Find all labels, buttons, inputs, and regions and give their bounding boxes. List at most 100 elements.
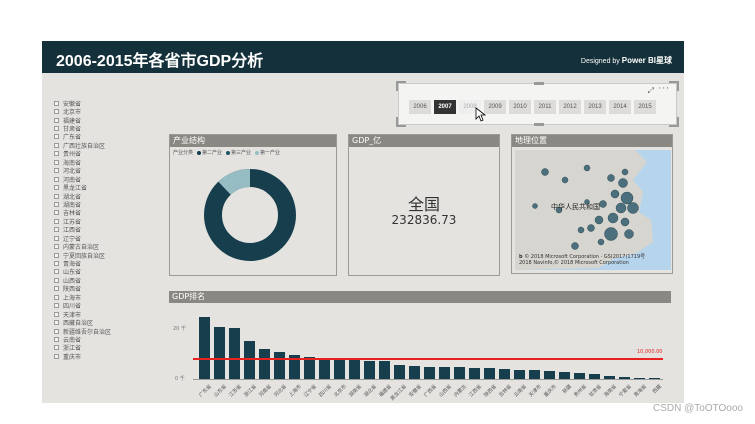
checkbox[interactable] [54, 109, 59, 115]
legend-marker [226, 150, 231, 155]
legend-marker [197, 150, 202, 155]
province-item[interactable]: 重庆市 [54, 352, 164, 361]
report-title: 2006-2015年各省市GDP分析 [56, 53, 264, 70]
gdp-card: GDP_亿 全国 232836.73 [348, 134, 500, 276]
drag-grip[interactable] [534, 123, 544, 126]
donut-chart[interactable] [200, 165, 300, 265]
checkbox[interactable] [54, 303, 59, 309]
bar[interactable] [304, 356, 315, 379]
checkbox[interactable] [54, 134, 59, 140]
card-value: 232836.73 [391, 213, 457, 227]
bar[interactable] [439, 367, 450, 379]
map-view[interactable]: 中华人民共和国 b © 2018 Microsoft Corporation ·… [515, 150, 671, 270]
bar[interactable] [319, 358, 330, 379]
x-axis [193, 379, 663, 380]
year-slicer[interactable]: ⤢ ··· 2006 2007 2008 2009 2010 2011 2012 2013 20… [396, 81, 679, 127]
bar[interactable] [469, 368, 480, 379]
designed-brand: Power BI星球 [621, 56, 672, 65]
checkbox[interactable] [54, 210, 59, 216]
checkbox[interactable] [54, 294, 59, 300]
bar[interactable] [559, 372, 570, 379]
bar[interactable] [604, 376, 615, 379]
bar[interactable] [334, 359, 345, 379]
resize-handle[interactable] [669, 81, 679, 91]
year-button-2007[interactable]: 2007 [434, 100, 456, 114]
checkbox[interactable] [54, 185, 59, 191]
checkbox[interactable] [54, 269, 59, 275]
checkbox[interactable] [54, 193, 59, 199]
checkbox[interactable] [54, 286, 59, 292]
bar[interactable] [544, 370, 555, 379]
checkbox[interactable] [54, 168, 59, 174]
legend-item[interactable]: 第一产业 [260, 149, 280, 156]
checkbox[interactable] [54, 277, 59, 283]
bar[interactable] [424, 367, 435, 379]
checkbox[interactable] [54, 328, 59, 334]
bar[interactable] [529, 370, 540, 379]
bar[interactable] [394, 365, 405, 379]
checkbox[interactable] [54, 218, 59, 224]
bar[interactable] [409, 366, 420, 379]
checkbox[interactable] [54, 336, 59, 342]
resize-handle[interactable] [669, 117, 679, 127]
bar[interactable] [214, 327, 225, 379]
bar[interactable] [574, 373, 585, 379]
year-button-2010[interactable]: 2010 [509, 100, 531, 114]
checkbox[interactable] [54, 320, 59, 326]
bar[interactable] [499, 368, 510, 379]
bar[interactable] [364, 360, 375, 379]
checkbox[interactable] [54, 353, 59, 359]
checkbox[interactable] [54, 176, 59, 182]
structure-panel: 产业结构 产业分类 第二产业 第三产业 第一产业 [169, 134, 337, 276]
checkbox[interactable] [54, 311, 59, 317]
donut-segment-primary[interactable] [218, 169, 251, 196]
bar[interactable] [649, 378, 660, 379]
bar[interactable] [379, 361, 390, 379]
checkbox[interactable] [54, 126, 59, 132]
bar[interactable] [244, 341, 255, 379]
legend-item[interactable]: 第二产业 [202, 149, 222, 156]
bar[interactable] [349, 360, 360, 379]
map-panel: 地理位置 中华人民共和国 b © 2018 Microsoft Corporat… [511, 134, 673, 274]
year-button-2009[interactable]: 2009 [484, 100, 506, 114]
bar[interactable] [229, 327, 240, 379]
checkbox[interactable] [54, 261, 59, 267]
bar[interactable] [259, 349, 270, 379]
checkbox[interactable] [54, 235, 59, 241]
bar[interactable] [454, 367, 465, 379]
donut-segment-secondary[interactable] [204, 169, 296, 261]
checkbox[interactable] [54, 159, 59, 165]
year-button-2006[interactable]: 2006 [409, 100, 431, 114]
bar[interactable] [274, 351, 285, 379]
bar[interactable] [514, 369, 525, 379]
y-tick-0: 0 千 [175, 376, 185, 382]
more-options-icon[interactable]: ··· [658, 84, 670, 94]
drag-grip[interactable] [534, 82, 544, 85]
checkbox[interactable] [54, 345, 59, 351]
bar[interactable] [484, 368, 495, 379]
checkbox[interactable] [54, 244, 59, 250]
checkbox[interactable] [54, 151, 59, 157]
checkbox[interactable] [54, 201, 59, 207]
checkbox[interactable] [54, 227, 59, 233]
resize-handle[interactable] [396, 117, 406, 127]
bar[interactable] [634, 377, 645, 379]
structure-title: 产业结构 [170, 135, 336, 147]
year-button-2012[interactable]: 2012 [559, 100, 581, 114]
bar[interactable] [589, 374, 600, 379]
year-button-2011[interactable]: 2011 [534, 100, 556, 114]
year-button-2013[interactable]: 2013 [584, 100, 606, 114]
checkbox[interactable] [54, 252, 59, 258]
checkbox[interactable] [54, 100, 59, 106]
resize-handle[interactable] [396, 81, 406, 91]
focus-mode-icon[interactable]: ⤢ [648, 86, 654, 96]
checkbox[interactable] [54, 117, 59, 123]
legend-item[interactable]: 第三产业 [231, 149, 251, 156]
designed-prefix: Designed by [580, 58, 620, 65]
bar[interactable] [619, 377, 630, 379]
structure-legend: 产业分类 第二产业 第三产业 第一产业 [173, 149, 280, 156]
bar[interactable] [199, 317, 210, 379]
checkbox[interactable] [54, 142, 59, 148]
year-button-2015[interactable]: 2015 [634, 100, 656, 114]
year-button-2014[interactable]: 2014 [609, 100, 631, 114]
